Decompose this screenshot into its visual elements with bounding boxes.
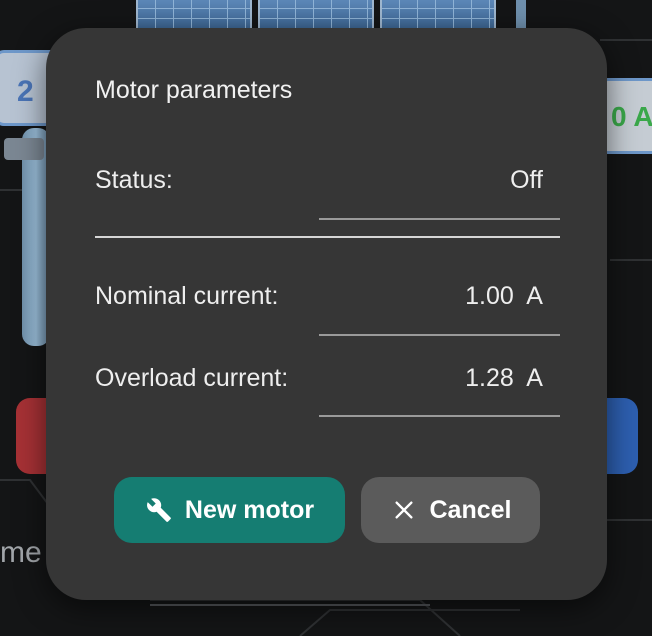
dialog-title: Motor parameters <box>95 76 293 104</box>
cancel-label: Cancel <box>429 495 512 524</box>
solar-panel <box>258 0 374 30</box>
section-divider <box>95 236 560 238</box>
background-value-right: 0 A <box>611 101 652 132</box>
new-motor-button[interactable]: New motor <box>114 477 345 543</box>
solar-panel <box>136 0 252 30</box>
background-value-left: 2 <box>17 75 34 108</box>
wrench-icon <box>145 496 173 524</box>
solar-panel <box>380 0 496 30</box>
close-icon <box>390 496 418 524</box>
overload-current-label: Overload current: <box>95 364 289 392</box>
cancel-button[interactable]: Cancel <box>361 477 540 543</box>
motor-parameters-dialog: Motor parameters Status: Off Nominal cur… <box>46 28 607 600</box>
overload-current-underline <box>319 415 560 417</box>
nominal-current-value[interactable]: 1.00 A <box>465 282 543 311</box>
solar-panels <box>136 0 496 30</box>
app-screen: 2 0 A me Motor parameters Status: Off No… <box>0 0 652 636</box>
overload-current-value[interactable]: 1.28 A <box>465 364 543 393</box>
nominal-current-label: Nominal current: <box>95 282 279 310</box>
background-pipe-cap <box>4 138 44 160</box>
nominal-current-underline <box>319 334 560 336</box>
background-line <box>150 604 430 606</box>
background-text: me <box>0 536 42 569</box>
new-motor-label: New motor <box>184 495 315 524</box>
status-label: Status: <box>95 166 173 194</box>
status-underline <box>319 218 560 220</box>
status-value: Off <box>510 166 543 194</box>
